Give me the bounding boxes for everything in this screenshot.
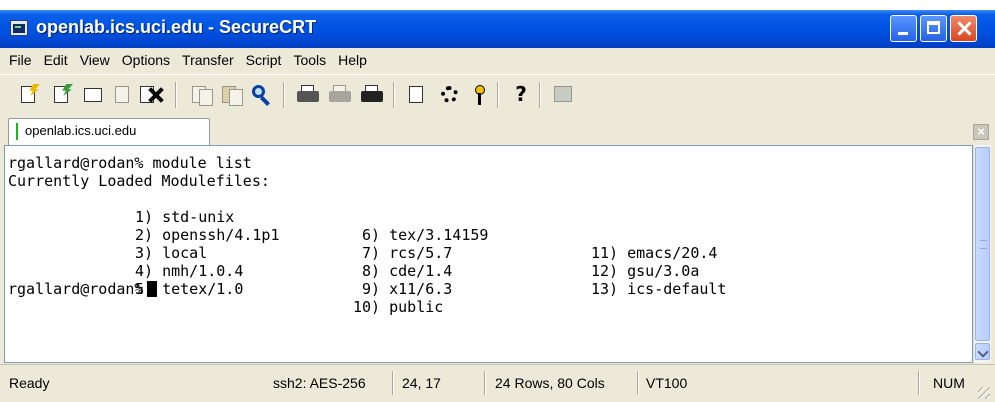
close-window-button[interactable]: [950, 15, 977, 42]
shell-prompt: rgallard@rodan%: [8, 280, 144, 298]
toolbar-separator: [175, 82, 177, 108]
menu-tools[interactable]: Tools: [293, 52, 326, 68]
session-options-icon[interactable]: [405, 84, 429, 106]
tab-openlab[interactable]: openlab.ics.uci.edu: [8, 118, 210, 145]
connect-in-tab-icon[interactable]: [80, 84, 104, 106]
menu-options[interactable]: Options: [122, 52, 170, 68]
minimize-button[interactable]: [890, 15, 917, 42]
module-row: 1) std-unix 6) tex/3.14159 11) emacs/20.…: [5, 190, 965, 262]
help-icon[interactable]: ?: [508, 83, 532, 106]
grip-icon: [980, 240, 987, 249]
title-bar[interactable]: openlab.ics.uci.edu - SecureCRT: [0, 10, 995, 48]
quick-connect-icon[interactable]: [50, 84, 74, 106]
maximize-button[interactable]: [920, 15, 947, 42]
menu-bar: File Edit View Options Transfer Script T…: [0, 48, 995, 72]
paste-icon[interactable]: [220, 84, 244, 106]
module-row: 4) nmh/1.0.4 9) x11/6.3: [5, 244, 965, 298]
global-options-icon[interactable]: [438, 84, 462, 106]
session-tab-strip: openlab.ics.uci.edu ×: [0, 115, 995, 145]
menu-help[interactable]: Help: [338, 52, 367, 68]
print-setup-icon[interactable]: [360, 84, 384, 106]
toolbar-separator: [393, 82, 395, 108]
toolbar-separator: [497, 82, 499, 108]
toolbar: ?: [0, 74, 995, 116]
window-title: openlab.ics.uci.edu - SecureCRT: [36, 17, 317, 37]
securecrt-window: openlab.ics.uci.edu - SecureCRT File Edi…: [0, 10, 995, 402]
text-cursor: [147, 281, 158, 297]
scrollbar-thumb[interactable]: [975, 147, 990, 341]
module-entry: 9) x11/6.3: [362, 280, 453, 298]
tab-label: openlab.ics.uci.edu: [25, 123, 137, 138]
status-terminal-size: 24 Rows, 80 Cols: [495, 375, 605, 391]
close-tab-icon[interactable]: ×: [973, 124, 989, 140]
terminal-line: rgallard@rodan% module list: [8, 154, 252, 172]
menu-view[interactable]: View: [80, 52, 110, 68]
status-emulation: VT100: [646, 375, 688, 391]
module-row: 2) openssh/4.1p1 7) rcs/5.7 12) gsu/3.0a: [5, 208, 965, 280]
status-bar: Ready ssh2: AES-256 24, 17 24 Rows, 80 C…: [0, 364, 995, 402]
connect-icon[interactable]: [17, 84, 41, 106]
module-row: 3) local 8) cde/1.4 13) ics-default: [5, 226, 965, 298]
reconnect-icon[interactable]: [111, 84, 135, 106]
toolbar-separator: [539, 82, 541, 108]
status-cipher: ssh2: AES-256: [273, 375, 366, 391]
copy-icon[interactable]: [190, 84, 214, 106]
resize-grip-icon[interactable]: [978, 387, 990, 399]
print-selection-icon[interactable]: [328, 84, 352, 106]
status-divider: [918, 371, 920, 395]
sftp-icon[interactable]: [550, 84, 574, 106]
status-divider: [637, 371, 639, 395]
status-cursor-position: 24, 17: [402, 375, 441, 391]
status-divider: [484, 371, 486, 395]
status-divider: [392, 371, 394, 395]
keymap-icon[interactable]: [466, 84, 490, 106]
connected-indicator-icon: [16, 123, 18, 140]
status-num-lock: NUM: [933, 375, 965, 391]
print-icon[interactable]: [296, 84, 320, 106]
module-row: 5) tetex/1.0 10) public: [5, 262, 965, 316]
terminal-scrollbar[interactable]: [973, 145, 991, 363]
menu-edit[interactable]: Edit: [44, 52, 68, 68]
find-icon[interactable]: [250, 84, 274, 106]
toolbar-separator: [283, 82, 285, 108]
menu-script[interactable]: Script: [246, 52, 282, 68]
scroll-down-button[interactable]: [975, 343, 990, 360]
terminal-line: Currently Loaded Modulefiles:: [8, 172, 270, 190]
terminal-prompt-line: rgallard@rodan%: [8, 280, 158, 298]
disconnect-icon[interactable]: [140, 84, 164, 106]
module-entry: 10) public: [353, 298, 444, 316]
terminal-area[interactable]: rgallard@rodan% module list Currently Lo…: [4, 145, 973, 363]
menu-file[interactable]: File: [9, 52, 32, 68]
module-entry: 13) ics-default: [591, 280, 727, 298]
status-ready: Ready: [9, 375, 50, 391]
securecrt-app-icon[interactable]: [10, 20, 28, 36]
menu-transfer[interactable]: Transfer: [182, 52, 234, 68]
